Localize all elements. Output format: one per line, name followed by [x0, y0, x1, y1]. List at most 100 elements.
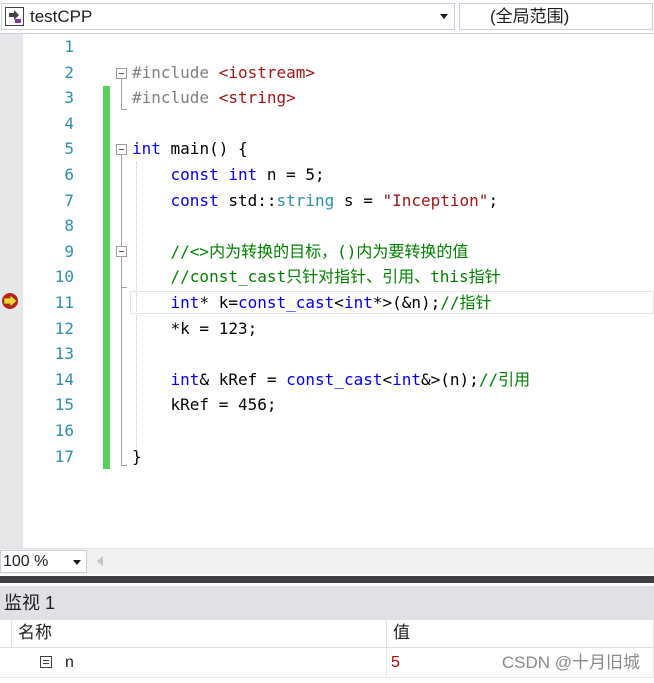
line-number: 17 [54, 446, 74, 466]
code-line[interactable]: 10 //const_cast只针对指针、引用、this指针 [0, 264, 654, 290]
column-header-value[interactable]: 值 [387, 620, 654, 648]
code-token: int [132, 139, 161, 159]
code-line[interactable]: 9 //<>内为转换的目标，()内为要转换的值 [0, 239, 654, 265]
code-text: //const_cast只针对指针、引用、this指针 [132, 264, 501, 290]
code-line[interactable]: 1 [0, 34, 654, 60]
watch-var-name: n [65, 654, 74, 671]
code-token: std:: [218, 190, 277, 210]
code-token: < [334, 293, 344, 312]
panel-splitter[interactable] [0, 574, 654, 586]
line-number: 3 [64, 88, 74, 108]
code-text: } [132, 444, 142, 470]
code-token: string [276, 190, 335, 210]
code-token: n = 5; [257, 165, 325, 184]
code-text: #include <iostream> [132, 60, 315, 86]
code-line[interactable]: 7 const std::string s = "Inception"; [0, 188, 654, 214]
code-token: const [170, 165, 219, 184]
code-text: //<>内为转换的目标，()内为要转换的值 [132, 239, 469, 265]
code-line[interactable]: 11 int* k=const_cast<int*>(&n);//指针 [0, 290, 654, 316]
code-token: //指针 [440, 293, 492, 312]
code-token: *>(&n); [372, 293, 441, 312]
code-text: *k = 123; [132, 316, 258, 342]
scroll-left-icon[interactable] [97, 556, 103, 566]
code-line[interactable]: 6 const int n = 5; [0, 162, 654, 188]
code-text: kRef = 456; [132, 392, 277, 418]
code-line[interactable]: 8 [0, 213, 654, 239]
column-header-name[interactable]: 名称 [11, 620, 387, 648]
code-token: int [170, 293, 200, 312]
line-number: 9 [64, 241, 74, 261]
scope-dropdown[interactable]: (全局范围) [459, 3, 653, 30]
code-token: int [343, 293, 373, 312]
code-token: & kRef = [199, 369, 287, 389]
watch-panel-header: 监视 1 [0, 586, 654, 620]
watch-row-name[interactable]: n [0, 648, 387, 678]
navigation-bar: testCPP (全局范围) [0, 0, 654, 34]
line-number: 4 [64, 113, 74, 133]
line-number: 7 [64, 190, 74, 210]
code-line[interactable]: 16 [0, 418, 654, 444]
chevron-down-icon [440, 14, 448, 19]
code-text: int& kRef = const_cast<int&>(n);//引用 [132, 367, 531, 393]
code-editor[interactable]: 1 2 #include <iostream> 3 #include <string> 4… [0, 34, 654, 548]
line-number: 5 [64, 139, 74, 159]
code-text: const int n = 5; [132, 162, 325, 188]
watch-grid: 名称 值 n 5 CSDN @十月旧城 [0, 620, 654, 683]
code-token: &>(n); [421, 369, 479, 389]
line-number: 13 [54, 344, 74, 364]
line-number: 16 [54, 421, 74, 440]
zoom-dropdown[interactable]: 100 % [0, 550, 87, 573]
code-token: <iostream> [218, 62, 316, 82]
watermark: CSDN @十月旧城 [501, 653, 640, 672]
code-token: } [132, 446, 142, 466]
chevron-down-icon [73, 560, 81, 565]
code-token: int [170, 369, 200, 389]
project-name: testCPP [30, 7, 93, 26]
project-icon [5, 7, 24, 26]
line-number: 11 [54, 293, 74, 312]
code-token: const [170, 190, 219, 210]
code-token: int [392, 369, 422, 389]
line-number: 1 [64, 37, 74, 56]
code-token: * k= [199, 293, 238, 312]
code-line[interactable]: 5 int main() { [0, 136, 654, 162]
code-line[interactable]: 13 [0, 341, 654, 367]
code-text: int* k=const_cast<int*>(&n);//指针 [132, 290, 492, 316]
line-number: 8 [64, 216, 74, 236]
code-token: main() { [160, 139, 248, 159]
scope-label: (全局范围) [490, 7, 570, 26]
code-line[interactable]: 14 int& kRef = const_cast<int&>(n);//引用 [0, 367, 654, 393]
code-line[interactable]: 15 kRef = 456; [0, 392, 654, 418]
code-token: const_cast [237, 293, 335, 312]
project-dropdown[interactable]: testCPP [1, 3, 455, 30]
line-number: 2 [64, 62, 74, 82]
code-line[interactable]: 2 #include <iostream> [0, 60, 654, 86]
zoom-level: 100 % [3, 553, 49, 570]
line-number: 14 [54, 369, 74, 389]
code-line[interactable]: 12 *k = 123; [0, 316, 654, 342]
code-token: #include [132, 62, 219, 82]
watch-panel-title: 监视 1 [4, 593, 56, 613]
code-token: s = [334, 190, 383, 210]
code-token: #include [132, 88, 219, 108]
code-token: ; [488, 190, 499, 210]
code-line[interactable]: 17} [0, 444, 654, 470]
code-text: #include <string> [132, 85, 296, 111]
code-text: int main() { [132, 136, 248, 162]
line-number: 6 [64, 165, 74, 184]
code-token: < [382, 369, 393, 389]
code-token: int [228, 165, 258, 184]
code-token: //引用 [478, 369, 531, 389]
code-line[interactable]: 4 [0, 111, 654, 137]
variable-icon [40, 656, 52, 668]
code-token: //<>内为转换的目标，()内为要转换的值 [132, 241, 469, 261]
editor-status-bar: 100 % [0, 548, 654, 574]
code-line[interactable]: 3 #include <string> [0, 85, 654, 111]
code-token: *k = 123; [132, 318, 258, 338]
watch-var-value: 5 [391, 654, 400, 671]
